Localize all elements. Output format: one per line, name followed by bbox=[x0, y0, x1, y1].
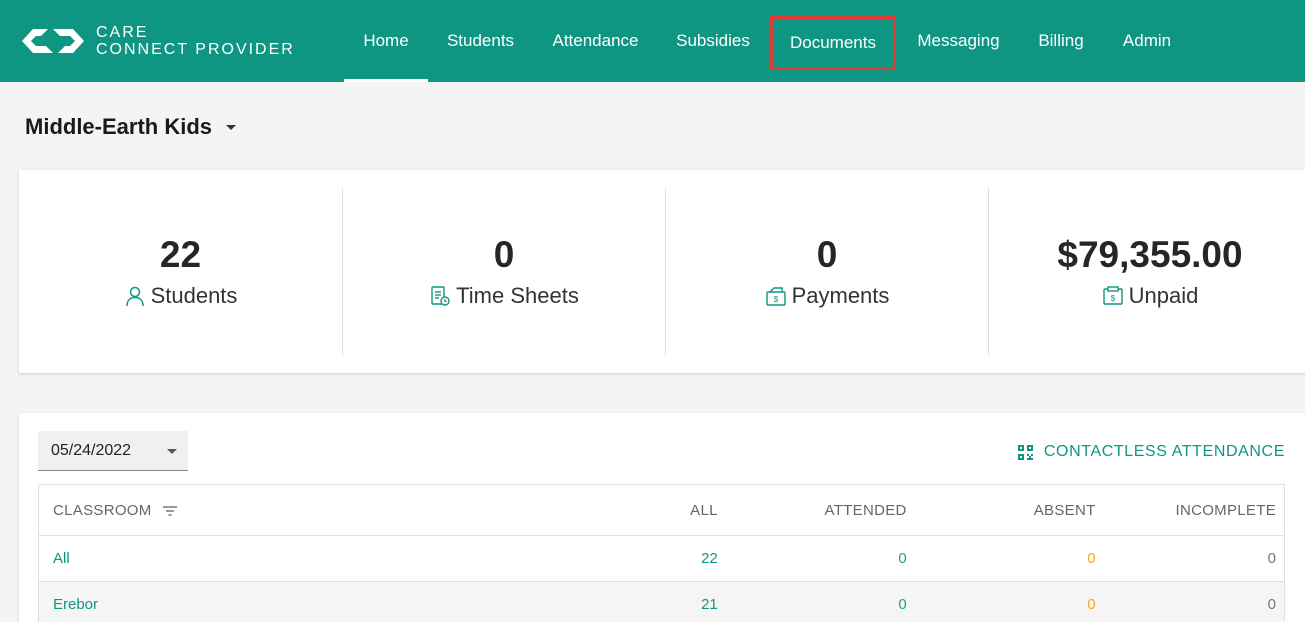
stat-label: Students bbox=[150, 283, 238, 308]
attendance-table: CLASSROOM ALL ATTENDED ABSENT INCOMPLETE… bbox=[38, 484, 1285, 622]
cell-absent: 0 bbox=[906, 581, 1096, 622]
stat-payments[interactable]: 0 $ Payments bbox=[665, 188, 988, 355]
invoice-icon: $ bbox=[1102, 286, 1123, 305]
main-nav: Home Students Attendance Subsidies Docum… bbox=[344, 0, 1188, 82]
col-absent[interactable]: ABSENT bbox=[906, 484, 1096, 536]
stat-label-row: Time Sheets bbox=[429, 283, 579, 309]
nav-documents[interactable]: Documents bbox=[770, 16, 896, 70]
app-logo[interactable]: CARE CONNECT PROVIDER bbox=[18, 24, 295, 58]
stat-students[interactable]: 22 Students bbox=[19, 188, 342, 355]
stat-label: Time Sheets bbox=[456, 283, 579, 308]
logo-line1: CARE bbox=[96, 24, 149, 41]
top-navbar: CARE CONNECT PROVIDER Home Students Atte… bbox=[0, 0, 1305, 82]
logo-text: CARE CONNECT PROVIDER bbox=[96, 24, 295, 58]
date-value: 05/24/2022 bbox=[51, 441, 132, 459]
col-all[interactable]: ALL bbox=[611, 484, 718, 536]
cell-attended: 0 bbox=[717, 535, 907, 582]
stat-label-row: $ Unpaid bbox=[1102, 283, 1199, 309]
col-incomplete[interactable]: INCOMPLETE bbox=[1095, 484, 1285, 536]
org-name: Middle-Earth Kids bbox=[25, 114, 213, 139]
contactless-label: CONTACTLESS ATTENDANCE bbox=[1043, 443, 1285, 460]
cell-incomplete: 0 bbox=[1095, 581, 1285, 622]
date-select[interactable]: 05/24/2022 bbox=[38, 431, 188, 471]
nav-messaging[interactable]: Messaging bbox=[901, 0, 1016, 82]
nav-attendance[interactable]: Attendance bbox=[533, 0, 658, 82]
logo-mark-icon bbox=[22, 29, 84, 53]
stat-timesheets[interactable]: 0 Time Sheets bbox=[342, 188, 665, 355]
filter-icon[interactable] bbox=[162, 505, 178, 517]
cell-all: 21 bbox=[611, 581, 718, 622]
stat-value: 0 bbox=[493, 234, 515, 275]
org-selector[interactable]: Middle-Earth Kids bbox=[25, 114, 237, 140]
svg-text:$: $ bbox=[1110, 294, 1115, 303]
svg-text:$: $ bbox=[773, 295, 778, 304]
cell-incomplete: 0 bbox=[1095, 535, 1285, 582]
timesheet-icon bbox=[431, 286, 450, 306]
cell-classroom[interactable]: Erebor bbox=[38, 581, 612, 622]
qr-code-icon bbox=[1017, 444, 1033, 460]
stat-value: 0 bbox=[816, 234, 838, 275]
stat-value: 22 bbox=[159, 234, 202, 275]
stat-label-row: $ Payments bbox=[765, 283, 890, 309]
cell-absent: 0 bbox=[906, 535, 1096, 582]
table-row[interactable]: Erebor 21 0 0 0 bbox=[38, 581, 1285, 622]
col-attended[interactable]: ATTENDED bbox=[717, 484, 907, 536]
attendance-card: 05/24/2022 CONTACTLESS ATTENDANCE CLASSR… bbox=[19, 413, 1305, 622]
person-icon bbox=[125, 286, 144, 307]
stat-label: Payments bbox=[791, 283, 890, 308]
logo-line2: CONNECT PROVIDER bbox=[96, 41, 295, 58]
nav-admin[interactable]: Admin bbox=[1106, 0, 1188, 82]
stats-card: 22 Students 0 Time Sheets 0 $ Payments $… bbox=[19, 170, 1305, 373]
cell-all: 22 bbox=[611, 535, 718, 582]
nav-billing[interactable]: Billing bbox=[1016, 0, 1106, 82]
stat-unpaid[interactable]: $79,355.00 $ Unpaid bbox=[988, 188, 1305, 355]
payment-icon: $ bbox=[765, 287, 786, 306]
nav-home[interactable]: Home bbox=[344, 0, 428, 82]
table-row[interactable]: All 22 0 0 0 bbox=[38, 535, 1285, 582]
nav-students[interactable]: Students bbox=[428, 0, 533, 82]
stat-label-row: Students bbox=[124, 283, 238, 309]
nav-subsidies[interactable]: Subsidies bbox=[658, 0, 768, 82]
stat-label: Unpaid bbox=[1128, 283, 1199, 308]
cell-attended: 0 bbox=[717, 581, 907, 622]
caret-down-icon bbox=[167, 449, 177, 454]
col-classroom[interactable]: CLASSROOM bbox=[38, 484, 612, 536]
cell-classroom[interactable]: All bbox=[38, 535, 612, 582]
stat-value: $79,355.00 bbox=[1057, 234, 1243, 275]
table-header-row: CLASSROOM ALL ATTENDED ABSENT INCOMPLETE bbox=[38, 484, 1285, 536]
contactless-attendance-button[interactable]: CONTACTLESS ATTENDANCE bbox=[1017, 443, 1285, 461]
caret-down-icon bbox=[226, 124, 237, 130]
